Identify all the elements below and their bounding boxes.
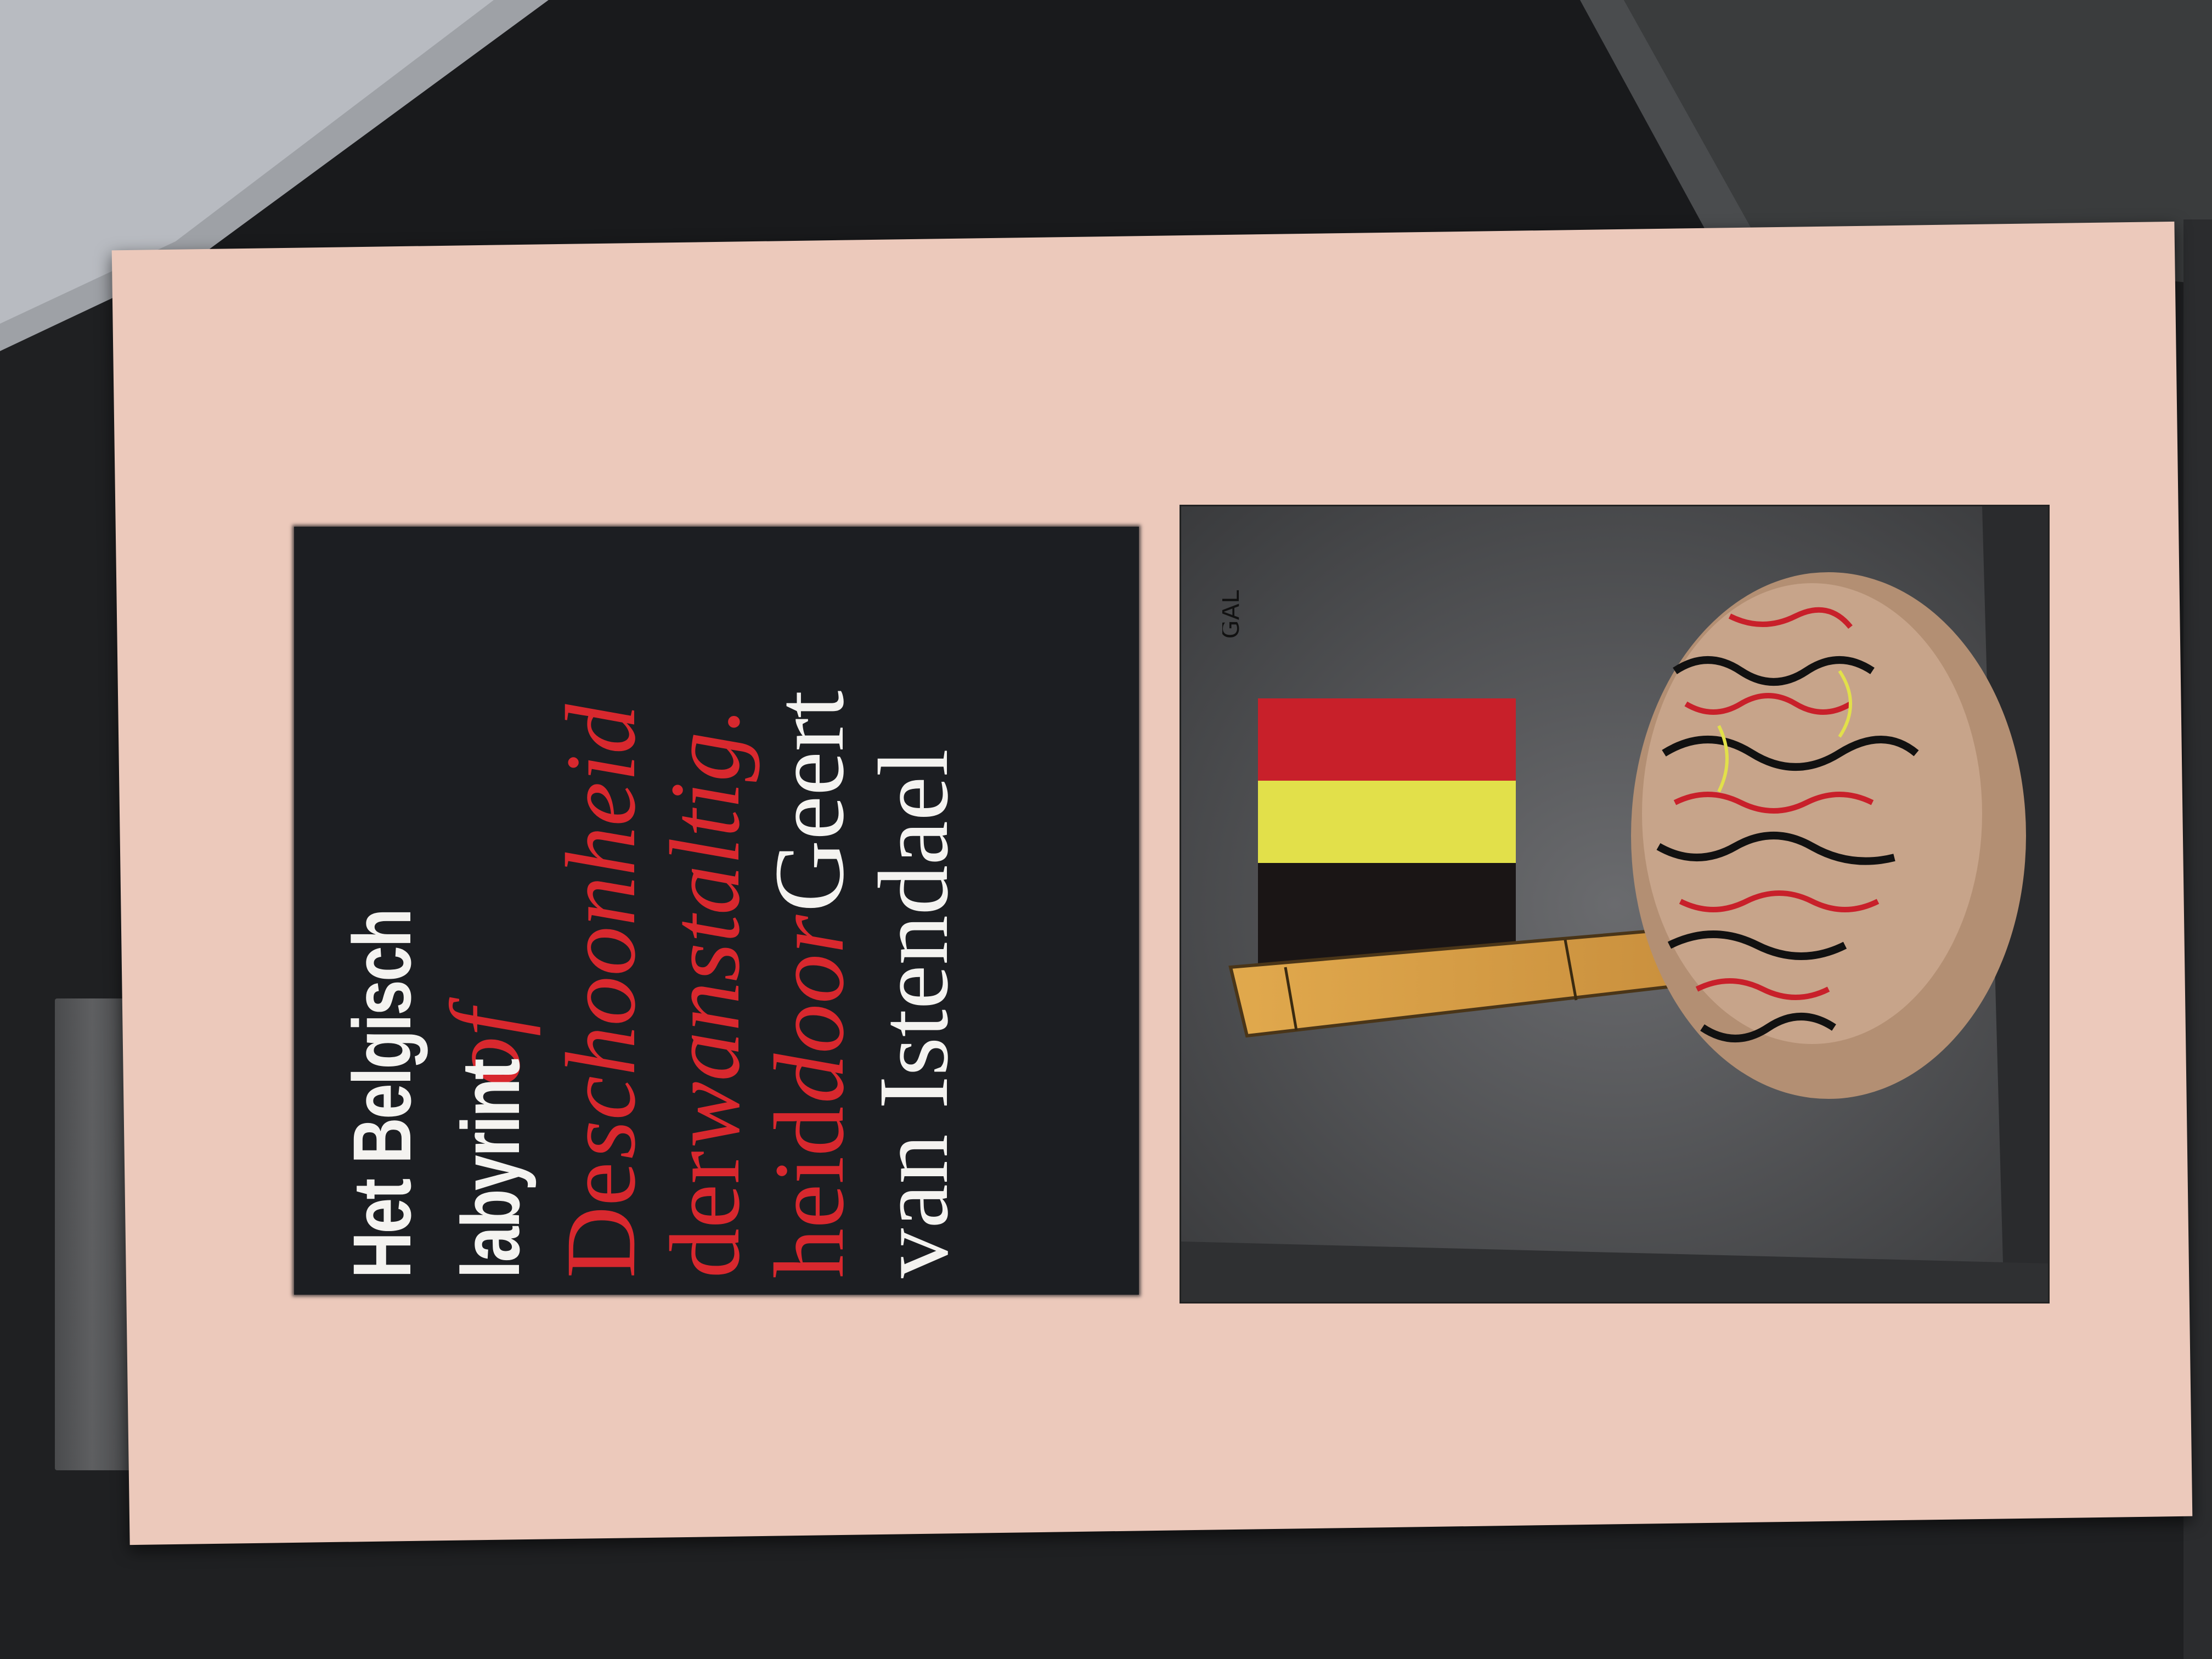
illustrator-signature: GAL	[1222, 590, 1245, 639]
author-last-name: van Istendael	[859, 748, 969, 1278]
brain-icon	[1631, 572, 2026, 1099]
cover-illustration	[1180, 505, 2050, 1304]
author-first-name: Geert	[754, 690, 865, 912]
flag-brain-illustration	[1181, 506, 2048, 1302]
subtitle-schoonheid: schoonheid	[546, 704, 656, 1159]
subtitle-de: De	[546, 1161, 656, 1278]
subtitle-der: der	[650, 1150, 760, 1278]
author-line: van Istendael	[859, 749, 994, 1278]
subtitle-heid: heid	[754, 1106, 865, 1278]
belgian-flag-icon	[1258, 698, 1516, 967]
cover-title-block: Het Belgisch labyrintof De schoonheid de…	[321, 543, 1111, 1278]
title-labyrint: labyrint	[444, 1060, 537, 1278]
subtitle-door: door	[754, 915, 865, 1104]
title-het-belgisch: Het Belgisch	[336, 910, 428, 1278]
svg-text:GAL: GAL	[1222, 590, 1245, 639]
subtitle-wanstaltig: wanstaltig.	[650, 707, 760, 1148]
